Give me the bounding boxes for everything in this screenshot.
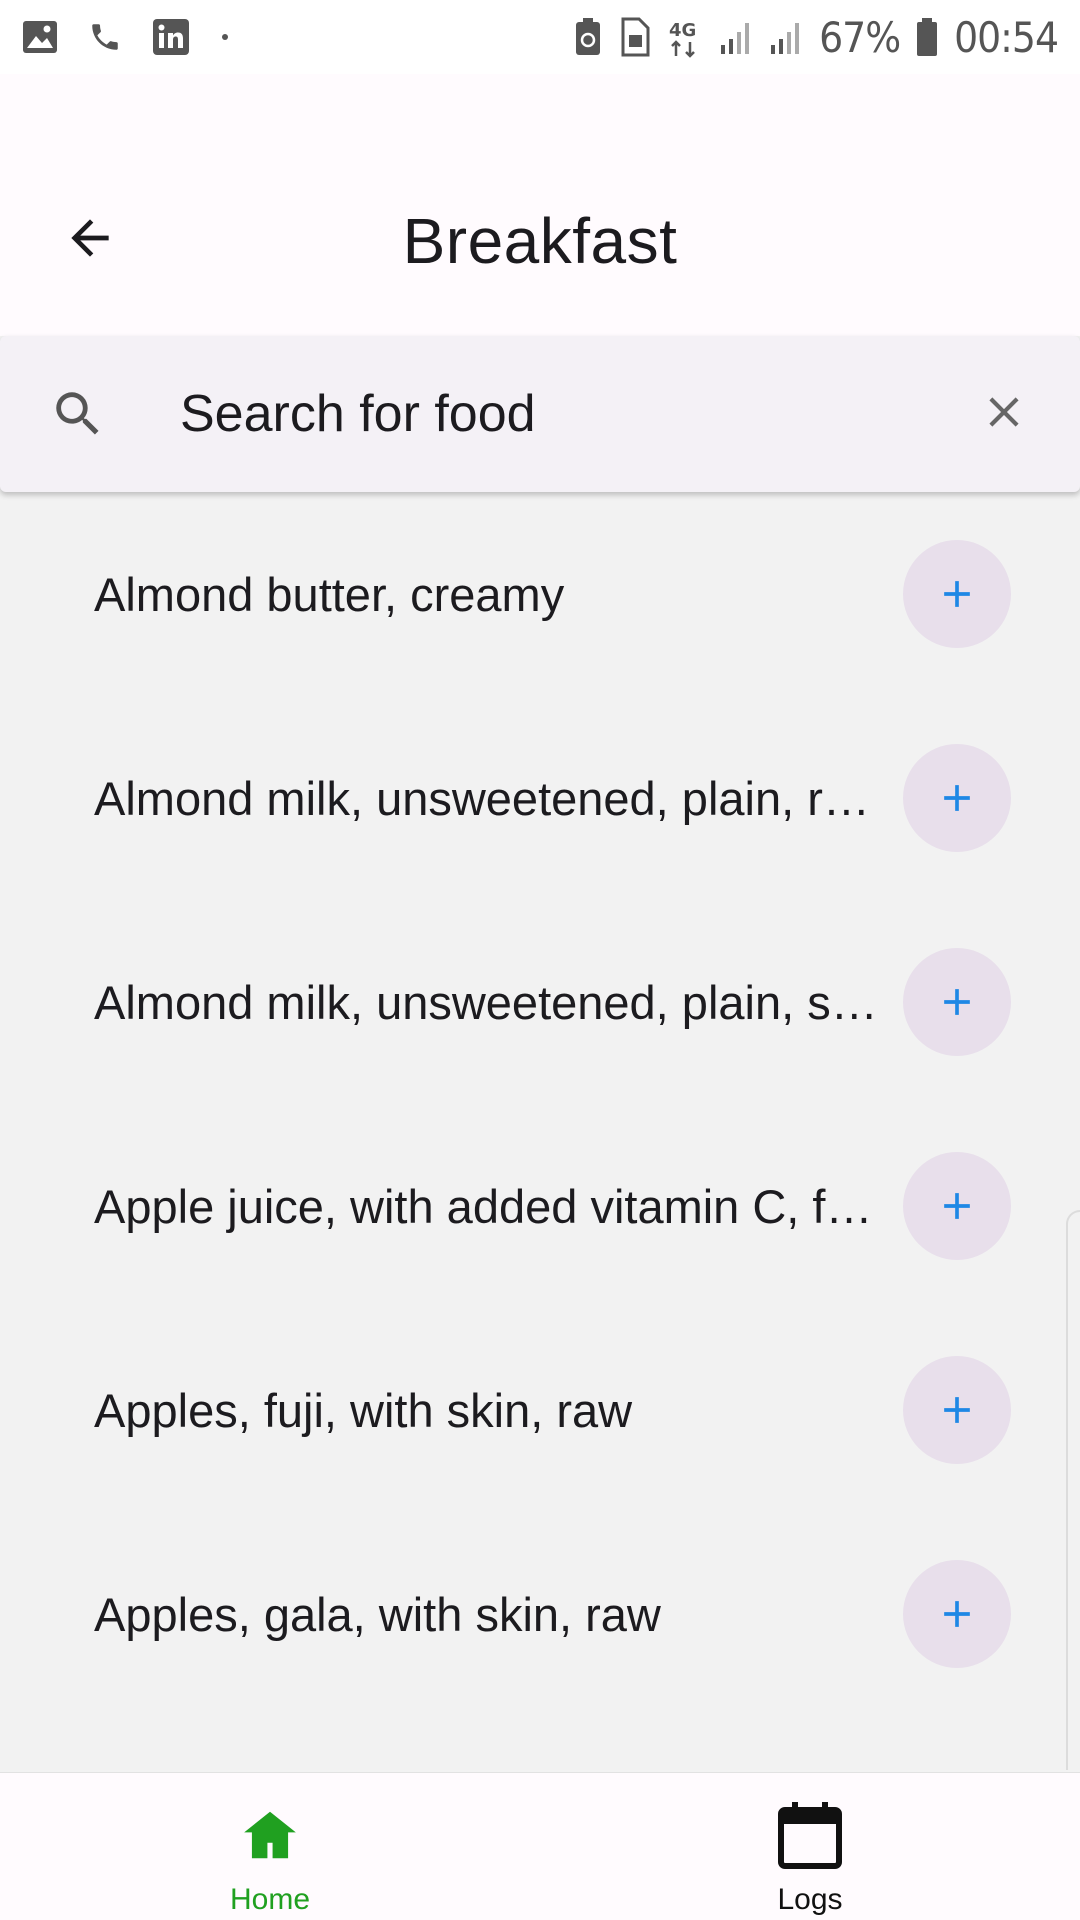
sim-card-icon — [619, 17, 651, 57]
page-title: Breakfast — [402, 205, 678, 277]
add-food-button[interactable] — [903, 744, 1011, 852]
dot-icon — [220, 32, 230, 42]
svg-text:4G: 4G — [669, 20, 696, 41]
gallery-icon — [22, 20, 58, 54]
plus-icon — [944, 785, 970, 811]
food-label: Almond milk, unsweetened, plain, shelf s… — [94, 975, 884, 1029]
list-item[interactable]: Apple juice, with added vitamin C, from … — [0, 1104, 1080, 1308]
battery-saver-icon — [573, 17, 603, 57]
list-item[interactable]: Almond milk, unsweetened, plain, shelf s… — [0, 900, 1080, 1104]
signal-strength-2-icon — [769, 19, 803, 55]
battery-icon — [916, 17, 938, 57]
add-food-button[interactable] — [903, 1152, 1011, 1260]
nav-home[interactable]: Home — [0, 1773, 540, 1920]
food-label: Apple juice, with added vitamin C, from … — [94, 1179, 884, 1233]
add-food-button[interactable] — [903, 1560, 1011, 1668]
screen: 4G 67% 00:54 Breakfast Search for food A… — [0, 0, 1080, 1920]
food-label: Apples, gala, with skin, raw — [94, 1587, 661, 1641]
calendar-icon — [777, 1795, 843, 1875]
plus-icon — [944, 581, 970, 607]
system-status: 4G 67% 00:54 — [573, 12, 1059, 62]
search-bar — [0, 336, 1080, 492]
plus-icon — [944, 1193, 970, 1219]
list-item[interactable]: Apples, fuji, with skin, raw — [0, 1308, 1080, 1512]
status-bar: 4G 67% 00:54 — [0, 0, 1080, 74]
linkedin-icon — [152, 18, 190, 56]
add-food-button[interactable] — [903, 1356, 1011, 1464]
notification-icons — [22, 18, 230, 56]
add-food-button[interactable] — [903, 948, 1011, 1056]
scrollbar[interactable] — [1066, 1210, 1080, 1770]
clock: 00:54 — [954, 12, 1059, 62]
nav-logs[interactable]: Logs — [540, 1773, 1080, 1920]
food-label: Almond milk, unsweetened, plain, refrige… — [94, 771, 884, 825]
clear-search-button[interactable] — [972, 382, 1036, 446]
plus-icon — [944, 989, 970, 1015]
search-icon — [46, 382, 110, 446]
app-bar: Breakfast — [0, 74, 1080, 336]
nav-home-label: Home — [229, 1883, 311, 1916]
add-food-button[interactable] — [903, 540, 1011, 648]
close-icon — [979, 387, 1029, 442]
list-item[interactable]: Apples, gala, with skin, raw — [0, 1512, 1080, 1716]
food-list: Almond butter, creamy Almond milk, unswe… — [0, 492, 1080, 1772]
bottom-navigation: Home Logs — [0, 1772, 1080, 1920]
list-item[interactable]: Almond butter, creamy — [0, 492, 1080, 696]
network-4g-icon: 4G — [667, 16, 703, 58]
nav-logs-label: Logs — [777, 1883, 843, 1916]
signal-strength-1-icon — [719, 19, 753, 55]
plus-icon — [944, 1397, 970, 1423]
list-item-partial[interactable] — [0, 1716, 1080, 1772]
food-label: Apples, fuji, with skin, raw — [94, 1383, 633, 1437]
phone-icon — [88, 20, 122, 54]
search-input[interactable] — [180, 372, 940, 456]
home-icon — [239, 1795, 301, 1875]
battery-percent: 67% — [819, 12, 901, 62]
food-label: Almond butter, creamy — [94, 567, 565, 621]
list-item[interactable]: Almond milk, unsweetened, plain, refrige… — [0, 696, 1080, 900]
plus-icon — [944, 1601, 970, 1627]
